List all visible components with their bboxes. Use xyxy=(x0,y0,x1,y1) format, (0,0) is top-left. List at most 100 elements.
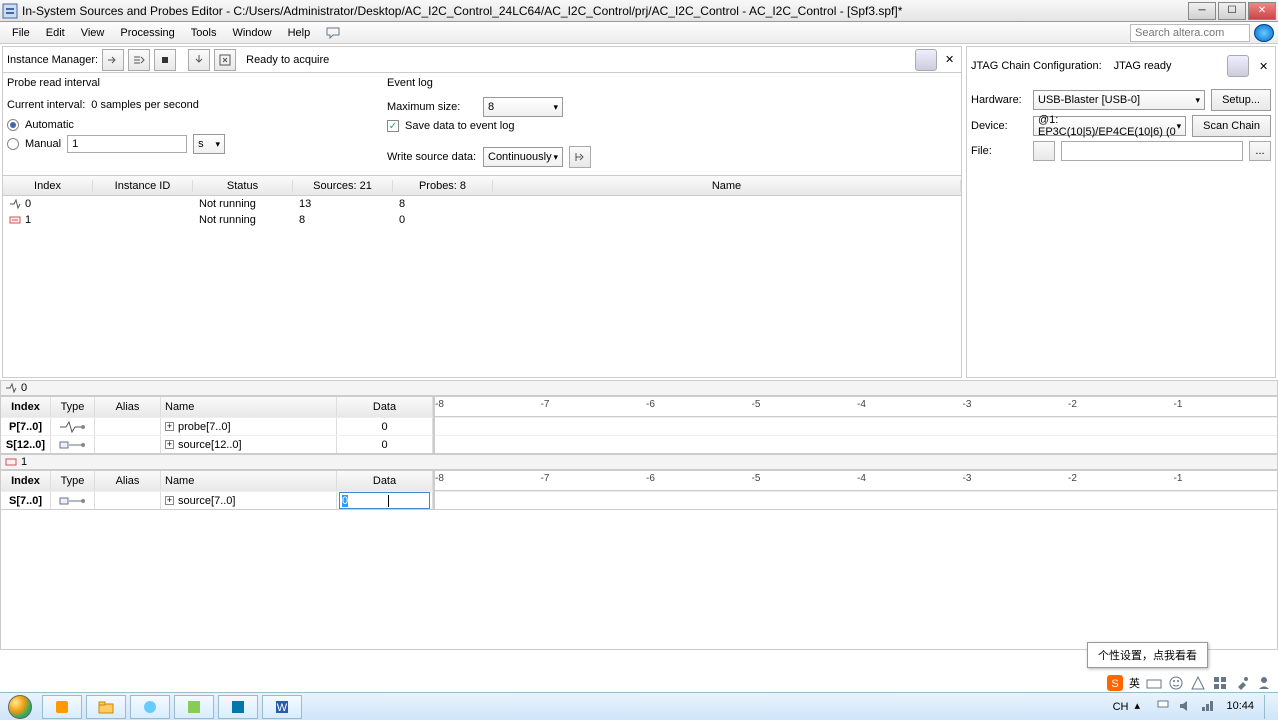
menu-processing[interactable]: Processing xyxy=(112,25,182,41)
smiley-icon[interactable] xyxy=(1168,675,1184,691)
col-type[interactable]: Type xyxy=(51,471,95,491)
event-log-title: Event log xyxy=(387,77,957,89)
timeline-0[interactable]: -8-7-6-5-4-3-2-10 xyxy=(434,397,1277,453)
data-edit-cell[interactable]: 0 xyxy=(337,492,433,509)
col-data[interactable]: Data xyxy=(337,471,433,491)
signal-row[interactable]: S[12..0] +source[12..0] 0 xyxy=(1,435,433,453)
contact-icon[interactable] xyxy=(1256,675,1272,691)
instance-row[interactable]: 1 Not running 8 0 xyxy=(3,212,961,228)
col-name[interactable]: Name xyxy=(161,397,337,417)
col-alias[interactable]: Alias xyxy=(95,397,161,417)
timeline-1[interactable]: -8-7-6-5-4-3-2-10 xyxy=(434,471,1277,509)
panel-close-button[interactable]: ✕ xyxy=(941,53,957,66)
jtag-close-button[interactable]: ✕ xyxy=(1255,60,1271,73)
notify-icon[interactable] xyxy=(1190,675,1206,691)
col-status[interactable]: Status xyxy=(193,180,293,192)
menu-edit[interactable]: Edit xyxy=(38,25,73,41)
ime-lang-label[interactable]: 英 xyxy=(1129,675,1140,691)
taskbar-app-4[interactable] xyxy=(174,695,214,719)
tool-icon[interactable] xyxy=(1234,675,1250,691)
taskbar-app-1[interactable] xyxy=(42,695,82,719)
device-combo[interactable]: @1: EP3C(10|5)/EP4CE(10|6) (0 xyxy=(1033,116,1186,136)
instance-row[interactable]: 0 Not running 13 8 xyxy=(3,196,961,212)
menubar: File Edit View Processing Tools Window H… xyxy=(0,22,1278,44)
jtag-status-icon xyxy=(1227,55,1249,77)
col-data[interactable]: Data xyxy=(337,397,433,417)
status-indicator-icon xyxy=(915,49,937,71)
col-instance-id[interactable]: Instance ID xyxy=(93,180,193,192)
col-sources[interactable]: Sources: 21 xyxy=(293,180,393,192)
grid-icon[interactable] xyxy=(1212,675,1228,691)
hardware-combo[interactable]: USB-Blaster [USB-0] xyxy=(1033,90,1205,110)
max-size-combo[interactable]: 8 xyxy=(483,97,563,117)
instance-manager-label: Instance Manager: xyxy=(7,54,98,66)
tray-network-icon[interactable] xyxy=(1200,699,1216,715)
ime-indicator[interactable]: CH xyxy=(1113,701,1129,713)
close-button[interactable]: ✕ xyxy=(1248,2,1276,20)
write-source-apply-button[interactable] xyxy=(569,146,591,168)
search-input[interactable] xyxy=(1130,24,1250,42)
left-panel: Instance Manager: Ready to acquire ✕ Pro… xyxy=(2,46,962,378)
sogou-ime-icon[interactable]: S xyxy=(1107,675,1123,691)
expand-icon[interactable]: + xyxy=(165,422,174,431)
instance-list: Index Instance ID Status Sources: 21 Pro… xyxy=(3,175,961,377)
col-index[interactable]: Index xyxy=(1,397,51,417)
taskbar-word[interactable]: W xyxy=(262,695,302,719)
taskbar-app-3[interactable] xyxy=(130,695,170,719)
manual-radio[interactable] xyxy=(7,138,19,150)
tray-volume-icon[interactable] xyxy=(1178,699,1194,715)
signal-row[interactable]: P[7..0] +probe[7..0] 0 xyxy=(1,417,433,435)
stop-button[interactable] xyxy=(154,49,176,71)
taskbar-quartus[interactable] xyxy=(218,695,258,719)
event-log-panel: Event log Maximum size: 8 Save data to e… xyxy=(387,77,957,171)
file-path-display xyxy=(1061,141,1243,161)
col-index[interactable]: Index xyxy=(3,180,93,192)
group-0-title[interactable]: 0 xyxy=(0,380,1278,396)
ime-tooltip[interactable]: 个性设置，点我看看 xyxy=(1087,642,1208,668)
col-probes[interactable]: Probes: 8 xyxy=(393,180,493,192)
tray-flag-icon[interactable] xyxy=(1156,699,1172,715)
expand-icon[interactable]: + xyxy=(165,440,174,449)
save-event-log-label: Save data to event log xyxy=(405,120,514,132)
options-button[interactable] xyxy=(214,49,236,71)
notification-area: S 英 xyxy=(1101,673,1278,693)
write-source-combo[interactable]: Continuously xyxy=(483,147,563,167)
taskbar-explorer[interactable] xyxy=(86,695,126,719)
file-browse-button[interactable]: ... xyxy=(1249,141,1271,161)
web-search-button[interactable] xyxy=(1254,24,1274,42)
minimize-button[interactable]: ─ xyxy=(1188,2,1216,20)
setup-button[interactable]: Setup... xyxy=(1211,89,1271,111)
svg-text:W: W xyxy=(277,702,288,714)
start-button[interactable] xyxy=(0,693,40,721)
read-probe-button[interactable] xyxy=(102,49,124,71)
tray-up-icon[interactable]: ▴ xyxy=(1134,699,1150,715)
signal-row[interactable]: S[7..0] +source[7..0] 0 xyxy=(1,491,433,509)
menu-tools[interactable]: Tools xyxy=(183,25,225,41)
col-name[interactable]: Name xyxy=(493,180,961,192)
group-1-title[interactable]: 1 xyxy=(0,454,1278,470)
scan-chain-button[interactable]: Scan Chain xyxy=(1192,115,1271,137)
menu-help[interactable]: Help xyxy=(280,25,319,41)
automatic-radio[interactable] xyxy=(7,119,19,131)
expand-icon[interactable]: + xyxy=(165,496,174,505)
maximize-button[interactable]: ☐ xyxy=(1218,2,1246,20)
taskbar-clock[interactable]: 10:44 xyxy=(1222,701,1258,712)
menu-feedback-icon[interactable] xyxy=(318,25,348,41)
col-alias[interactable]: Alias xyxy=(95,471,161,491)
manual-unit-combo[interactable]: s xyxy=(193,134,225,154)
probe-icon xyxy=(5,382,17,394)
write-source-button[interactable] xyxy=(188,49,210,71)
col-index[interactable]: Index xyxy=(1,471,51,491)
col-type[interactable]: Type xyxy=(51,397,95,417)
menu-file[interactable]: File xyxy=(4,25,38,41)
file-open-button[interactable] xyxy=(1033,141,1055,161)
show-desktop-button[interactable] xyxy=(1264,695,1272,719)
save-event-log-checkbox[interactable] xyxy=(387,120,399,132)
keyboard-icon[interactable] xyxy=(1146,675,1162,691)
source-type-icon xyxy=(59,494,87,508)
manual-value-input[interactable] xyxy=(67,135,187,153)
continuous-read-button[interactable] xyxy=(128,49,150,71)
menu-window[interactable]: Window xyxy=(224,25,279,41)
col-name[interactable]: Name xyxy=(161,471,337,491)
menu-view[interactable]: View xyxy=(73,25,113,41)
